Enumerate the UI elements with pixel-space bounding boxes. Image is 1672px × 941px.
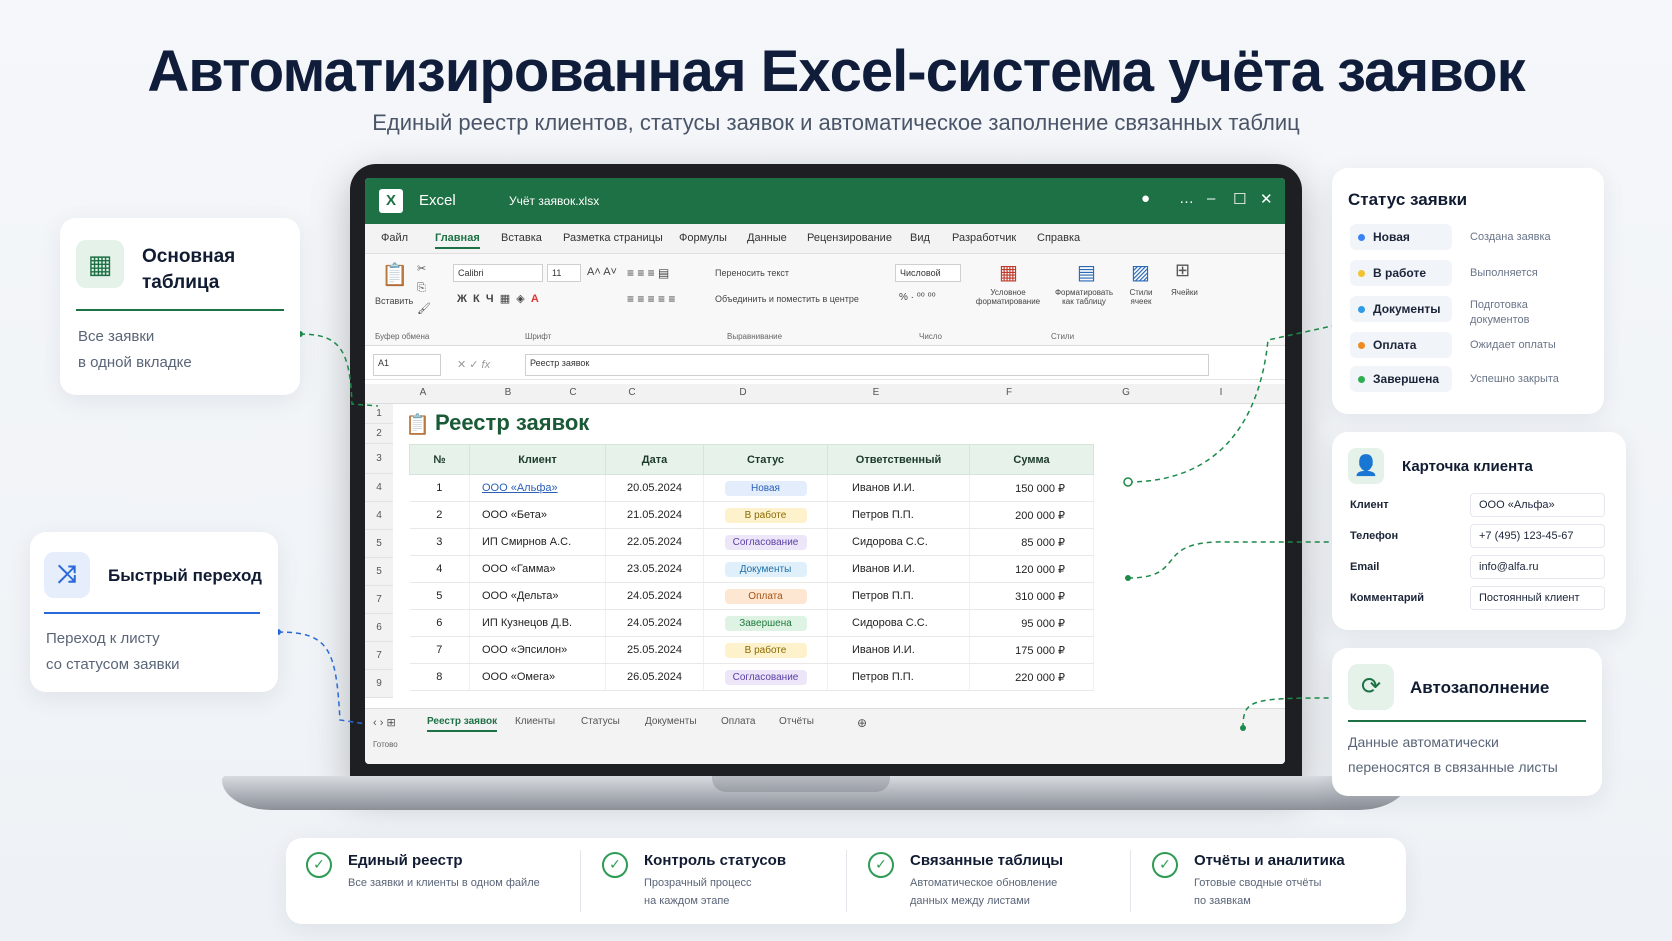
field-value[interactable]: info@alfa.ru bbox=[1470, 555, 1605, 579]
sync-icon: ⟳ bbox=[1348, 664, 1394, 710]
check-circle-icon: ✓ bbox=[306, 852, 332, 878]
check-circle-icon: ✓ bbox=[1152, 852, 1178, 878]
dot-icon bbox=[1358, 234, 1365, 242]
feature-title: Единый реестр bbox=[348, 852, 463, 869]
status-desc: Подготовка документов bbox=[1470, 299, 1530, 326]
field-value[interactable]: ООО «Альфа» bbox=[1470, 493, 1605, 517]
card-auto-title: Автозаполнение bbox=[1410, 678, 1550, 697]
card-separator bbox=[1348, 720, 1586, 722]
status-desc: Ожидает оплаты bbox=[1470, 339, 1556, 351]
status-chip-done[interactable]: Завершена bbox=[1350, 366, 1452, 392]
divider bbox=[846, 850, 847, 912]
connector-dot bbox=[1125, 575, 1131, 581]
status-chip-payment[interactable]: Оплата bbox=[1350, 332, 1452, 358]
shuffle-icon: ⤨ bbox=[44, 552, 90, 598]
field-label: Телефон bbox=[1350, 530, 1399, 542]
status-desc: Создана заявка bbox=[1470, 231, 1551, 243]
status-desc: Выполняется bbox=[1470, 267, 1538, 279]
connector-auto bbox=[1242, 697, 1331, 729]
feature-desc: Автоматическое обновление данных между ли… bbox=[910, 877, 1058, 907]
feature-desc: Прозрачный процесс на каждом этапе bbox=[644, 877, 752, 907]
connector-nav bbox=[277, 631, 367, 725]
dot-icon bbox=[1358, 342, 1365, 350]
card-separator bbox=[76, 309, 284, 311]
feature-title: Отчёты и аналитика bbox=[1194, 852, 1345, 869]
check-circle-icon: ✓ bbox=[602, 852, 628, 878]
field-value[interactable]: Постоянный клиент bbox=[1470, 586, 1605, 610]
status-chip-in-progress[interactable]: В работе bbox=[1350, 260, 1452, 286]
card-main-table: ▦ Основная таблица Все заявки в одной вкла… bbox=[60, 218, 300, 395]
features-bar: ✓ Единый реестр Все заявки и клиенты в о… bbox=[286, 838, 1406, 924]
field-label: Клиент bbox=[1350, 499, 1389, 511]
card-nav-desc: Переход к листу со статусом заявки bbox=[46, 630, 180, 673]
dot-icon bbox=[1358, 306, 1365, 314]
user-icon: 👤 bbox=[1348, 448, 1384, 484]
divider bbox=[580, 850, 581, 912]
field-value[interactable]: +7 (495) 123-45-67 bbox=[1470, 524, 1605, 548]
dot-icon bbox=[1358, 270, 1365, 278]
feature-title: Связанные таблицы bbox=[910, 852, 1064, 869]
table-icon: ▦ bbox=[76, 240, 124, 288]
status-chip-documents[interactable]: Документы bbox=[1350, 296, 1452, 322]
card-autofill: ⟳ Автозаполнение Данные автоматически пер… bbox=[1332, 648, 1602, 796]
card-client-title: Карточка клиента bbox=[1402, 458, 1533, 475]
field-label: Комментарий bbox=[1350, 592, 1425, 604]
card-status-title: Статус заявки bbox=[1348, 190, 1468, 209]
connector-main bbox=[299, 333, 379, 407]
dot-icon bbox=[1358, 376, 1365, 384]
feature-desc: Все заявки и клиенты в одном файле bbox=[348, 877, 540, 889]
connector-dot bbox=[1240, 725, 1246, 731]
feature-desc: Готовые сводные отчёты по заявкам bbox=[1194, 877, 1322, 907]
field-label: Email bbox=[1350, 561, 1380, 573]
connector-dot bbox=[1123, 477, 1133, 487]
connector-status bbox=[1127, 325, 1333, 483]
card-status: Статус заявки Новая Создана заявка В раб… bbox=[1332, 168, 1604, 414]
card-main-desc: Все заявки в одной вкладке bbox=[78, 328, 192, 371]
divider bbox=[1130, 850, 1131, 912]
card-client: 👤 Карточка клиента Клиент ООО «Альфа» Те… bbox=[1332, 432, 1626, 630]
feature-title: Контроль статусов bbox=[644, 852, 787, 869]
card-auto-desc: Данные автоматически переносятся в связан… bbox=[1348, 734, 1558, 775]
card-main-title: Основная таблица bbox=[142, 246, 236, 293]
card-nav-title: Быстрый переход bbox=[108, 566, 262, 585]
check-circle-icon: ✓ bbox=[868, 852, 894, 878]
card-separator bbox=[44, 612, 260, 614]
card-quick-nav: ⤨ Быстрый переход Переход к листу со стат… bbox=[30, 532, 278, 692]
connector-client bbox=[1127, 541, 1332, 579]
status-desc: Успешно закрыта bbox=[1470, 373, 1559, 385]
status-chip-new[interactable]: Новая bbox=[1350, 224, 1452, 250]
